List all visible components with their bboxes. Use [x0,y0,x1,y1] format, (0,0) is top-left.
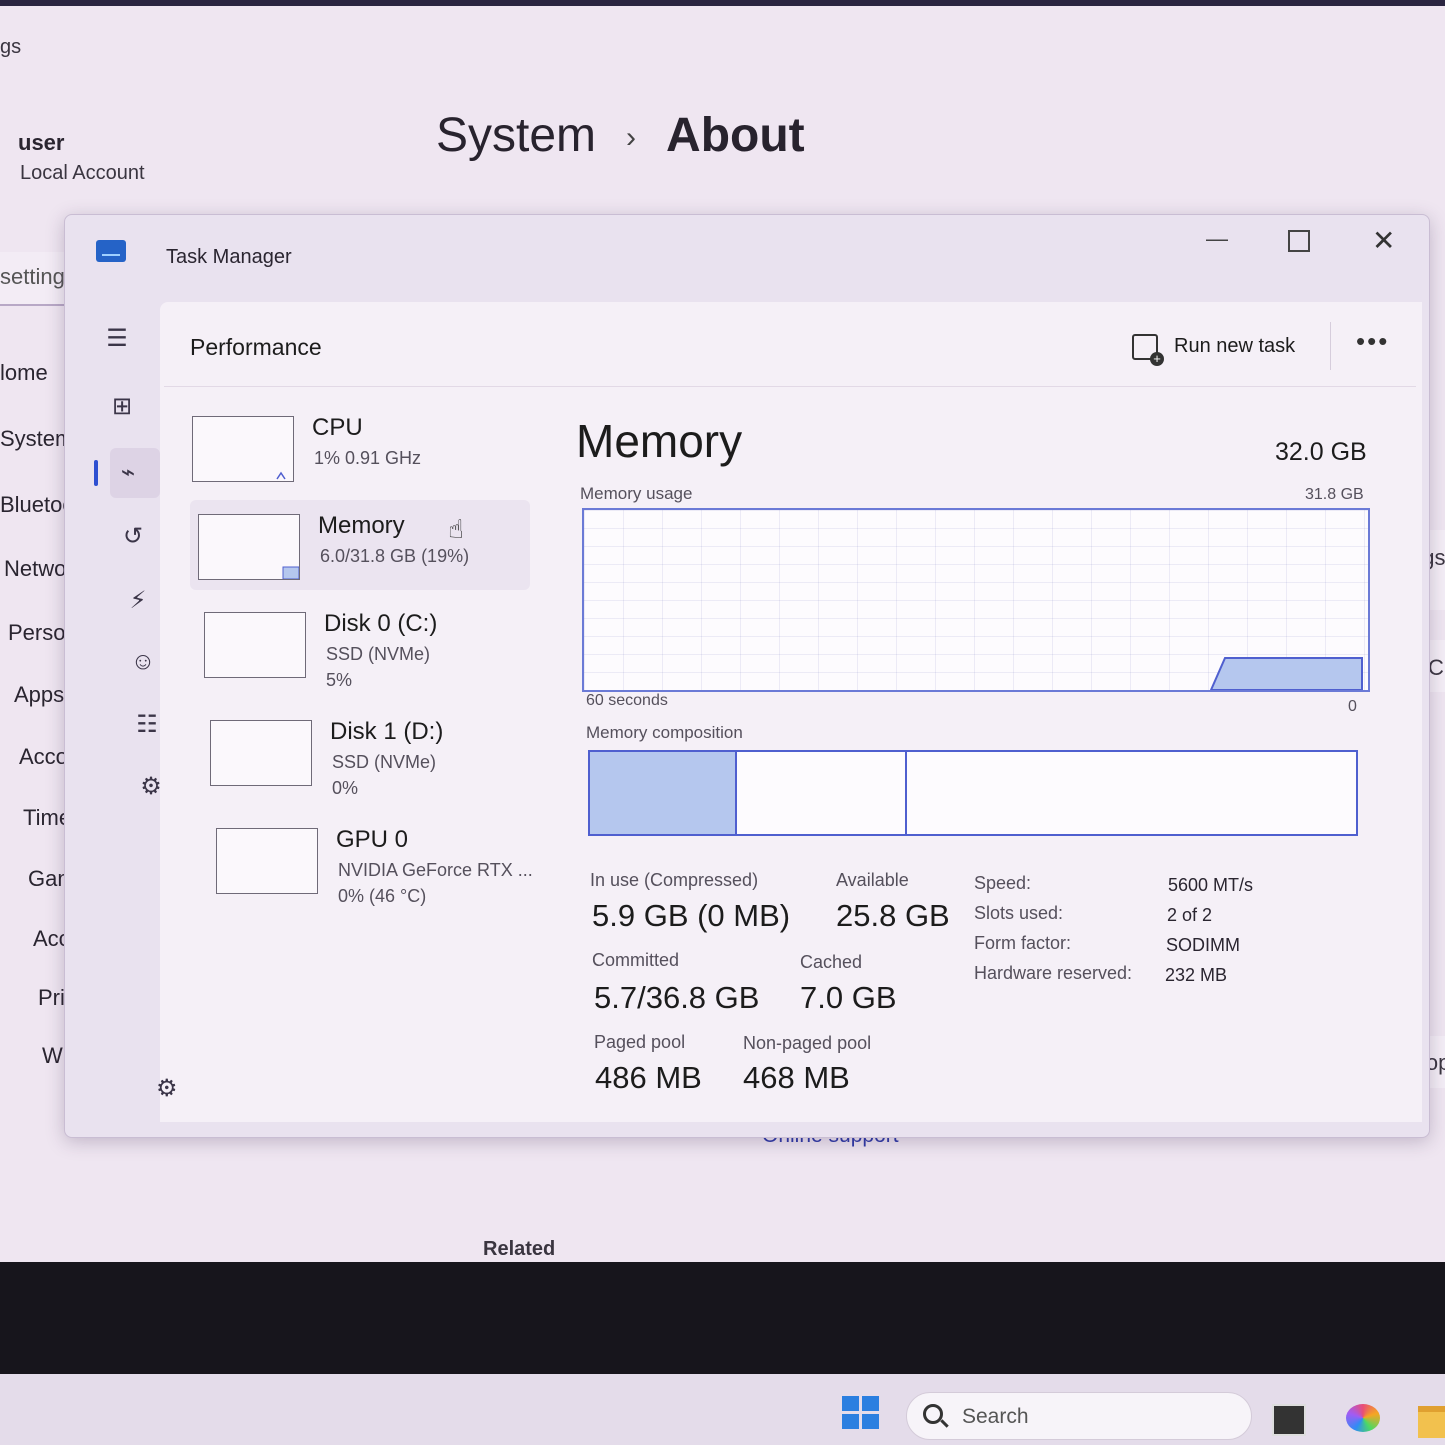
window-title: Task Manager [166,246,292,268]
spec-hw-reserved-value: 232 MB [1165,965,1228,985]
settings-breadcrumb: System › About [436,108,805,163]
in-use-value: 5.9 GB (0 MB) [592,898,791,933]
more-options-button[interactable]: ••• [1356,326,1389,357]
settings-nav-home[interactable]: lome [0,360,48,386]
settings-search-text: setting [0,264,65,289]
device-disk-1[interactable]: Disk 1 (D:) SSD (NVMe) 0% [202,706,542,798]
copilot-icon[interactable] [1346,1404,1380,1432]
device-disk-0[interactable]: Disk 0 (C:) SSD (NVMe) 5% [196,598,536,690]
device-detail: 6.0/31.8 GB (19%) [320,546,470,566]
spec-slots-label: Slots used: [974,903,1064,923]
spec-speed-label: Speed: [974,873,1032,893]
minimize-button[interactable]: — [1206,226,1228,251]
rail-active-indicator [94,460,98,486]
header-divider [164,386,1416,387]
hand-cursor-icon: ☝ [448,514,464,544]
settings-account-type: Local Account [20,162,145,184]
memory-usage-max: 31.8 GB [1305,486,1364,503]
spec-form-factor-label: Form factor: [974,933,1072,953]
spec-hw-reserved-label: Hardware reserved: [974,963,1133,983]
paged-pool-label: Paged pool [594,1032,686,1052]
file-explorer-icon[interactable] [1418,1406,1445,1438]
paged-pool-value: 486 MB [595,1060,702,1095]
device-detail: SSD (NVMe) [332,752,437,772]
device-name: Memory [318,512,405,539]
page-title: Performance [190,334,322,360]
performance-icon[interactable]: ⌁ [111,458,145,487]
run-task-icon [1132,334,1164,366]
memory-usage-graph [582,508,1370,692]
settings-search-input[interactable]: setting [0,252,72,306]
composition-in-use [590,752,737,834]
device-cpu[interactable]: CPU 1% 0.91 GHz [184,402,524,492]
disk-0-thumbnail-graph [204,612,306,678]
device-name: GPU 0 [336,826,409,853]
search-icon [923,1404,943,1424]
memory-composition-bar [588,750,1358,836]
device-name: Disk 0 (C:) [324,610,438,637]
app-history-icon[interactable]: ↺ [116,522,150,551]
memory-thumbnail-graph [198,514,300,580]
startup-apps-icon[interactable]: ⚡ [121,586,155,615]
spec-form-factor-value: SODIMM [1166,935,1240,955]
committed-label: Committed [592,950,680,970]
run-new-task-label: Run new task [1174,335,1296,357]
in-use-label: In use (Compressed) [590,870,759,890]
settings-nav-apps[interactable]: Apps [14,682,64,708]
related-heading: Related [483,1238,556,1260]
graph-zero-label: 0 [1348,698,1357,715]
device-detail: 1% 0.91 GHz [314,448,422,468]
device-usage: 0% (46 °C) [338,886,427,906]
hamburger-menu-icon[interactable]: ☰ [100,324,134,353]
processes-icon[interactable]: ⊞ [105,392,139,421]
taskbar-app-icon[interactable] [1272,1404,1306,1436]
device-gpu-0[interactable]: GPU 0 NVIDIA GeForce RTX ... 0% (46 °C) [208,814,548,906]
device-detail: SSD (NVMe) [326,644,431,664]
device-detail: NVIDIA GeForce RTX ... [338,860,533,880]
maximize-button[interactable] [1288,230,1310,252]
settings-gear-icon[interactable]: ⚙ [156,1074,178,1103]
memory-title: Memory [576,415,743,467]
device-name: Disk 1 (D:) [330,718,444,745]
details-icon[interactable]: ☷ [130,710,164,739]
windows-logo-icon[interactable] [842,1396,880,1430]
available-value: 25.8 GB [836,898,950,933]
device-usage: 5% [326,670,353,690]
composition-modified [737,752,907,834]
cached-value: 7.0 GB [800,980,897,1015]
available-label: Available [836,870,909,890]
chevron-right-icon: › [626,121,637,155]
gpu-0-thumbnail-graph [216,828,318,894]
non-paged-pool-value: 468 MB [743,1060,850,1095]
device-memory[interactable]: Memory 6.0/31.8 GB (19%) [190,500,530,590]
device-name: CPU [312,414,363,441]
close-button[interactable]: ✕ [1372,224,1395,257]
graph-time-span: 60 seconds [586,692,668,709]
users-icon[interactable]: ☺ [126,648,160,676]
breadcrumb-parent[interactable]: System [436,109,596,162]
toolbar-divider [1330,322,1331,370]
laptop-keyboard [0,1262,1445,1374]
settings-right-fragment: C [1428,655,1444,680]
non-paged-pool-label: Non-paged pool [743,1033,872,1053]
breadcrumb-current: About [666,109,805,162]
memory-total: 32.0 GB [1275,438,1367,466]
settings-nav-system[interactable]: System [0,426,73,452]
memory-usage-label: Memory usage [580,484,693,503]
settings-user-name: user [18,130,65,155]
spec-speed-value: 5600 MT/s [1168,875,1254,895]
device-usage: 0% [332,778,359,798]
spec-slots-value: 2 of 2 [1167,905,1213,925]
disk-1-thumbnail-graph [210,720,312,786]
cached-label: Cached [800,952,863,972]
memory-usage-area [1209,657,1363,690]
cpu-thumbnail-graph [192,416,294,482]
run-new-task-button[interactable]: Run new task [1132,332,1322,366]
taskbar-search-box[interactable]: Search [906,1392,1252,1440]
settings-app-title: gs [0,36,22,58]
taskbar-search-label: Search [962,1405,1029,1428]
memory-composition-label: Memory composition [586,723,743,742]
committed-value: 5.7/36.8 GB [594,980,760,1015]
task-manager-app-icon [96,240,126,262]
